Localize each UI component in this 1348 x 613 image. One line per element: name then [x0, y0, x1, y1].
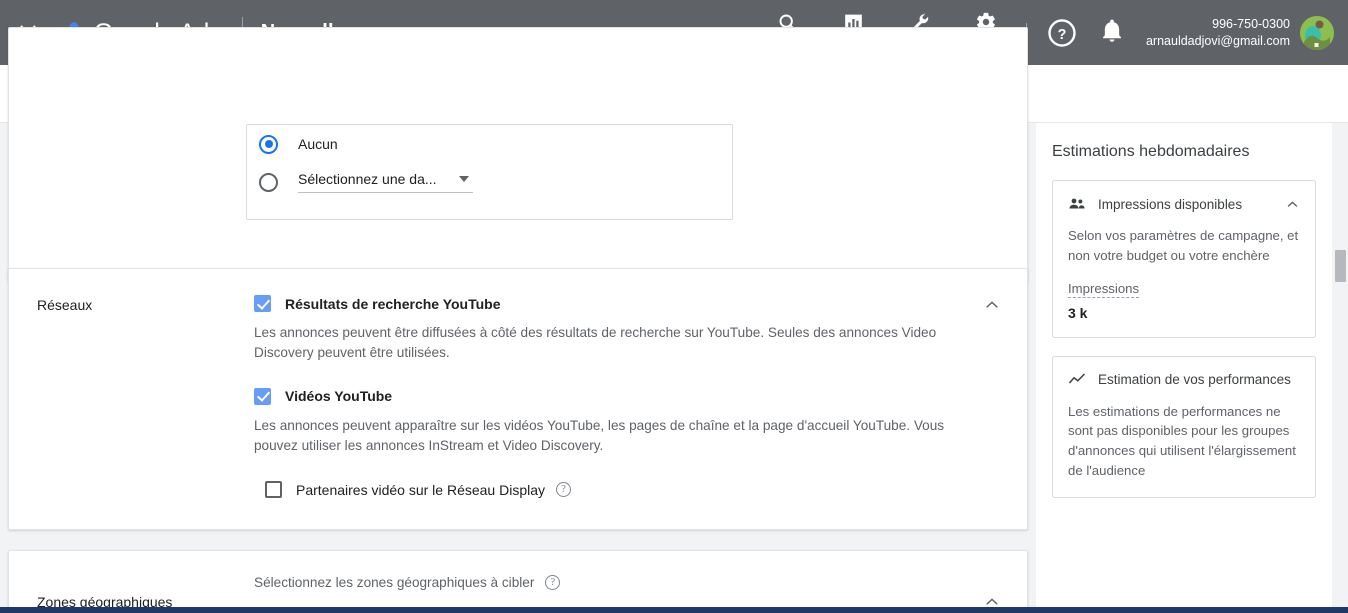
- svg-text:?: ?: [1058, 26, 1067, 42]
- available-impressions-chevron-up-icon[interactable]: [1285, 197, 1300, 212]
- available-impressions-card: Impressions disponibles Selon vos paramè…: [1052, 180, 1316, 338]
- performance-estimate-card: Estimation de vos performances Les estim…: [1052, 355, 1316, 498]
- estimates-sidebar: Estimations hebdomadaires Impressions di…: [1036, 123, 1332, 607]
- available-impressions-description: Selon vos paramètres de campagne, et non…: [1068, 228, 1299, 263]
- network-option-display-partners[interactable]: Partenaires vidéo sur le Réseau Display …: [265, 481, 967, 499]
- page-body: Aucun Sélectionnez une da... Réseaux Rés…: [0, 27, 1348, 613]
- avatar[interactable]: [1300, 15, 1334, 50]
- locations-hint-text: Sélectionnez les zones géographiques à c…: [254, 575, 535, 590]
- performance-estimate-description: Les estimations de performances ne sont …: [1068, 403, 1296, 478]
- checkbox-youtube-videos[interactable]: [254, 387, 271, 405]
- os-taskbar: [0, 607, 1348, 613]
- network-youtube-videos-description: Les annonces peuvent apparaître sur les …: [254, 417, 945, 453]
- radio-select-date[interactable]: [259, 172, 278, 192]
- impressions-metric-label[interactable]: Impressions: [1068, 281, 1140, 298]
- locations-help-question-icon[interactable]: ?: [545, 575, 561, 590]
- checkbox-display-video-partners-label: Partenaires vidéo sur le Réseau Display: [296, 481, 546, 498]
- account-info[interactable]: 996-750-0300 arnauldadjovi@gmail.com: [1146, 16, 1290, 49]
- settings-column: Aucun Sélectionnez une da... Réseaux Rés…: [8, 27, 1028, 613]
- scrollbar-thumb[interactable]: [1335, 250, 1346, 282]
- locations-hint: Sélectionnez les zones géographiques à c…: [254, 575, 561, 590]
- end-date-option-aucun[interactable]: Aucun: [247, 125, 732, 163]
- display-partners-help-question-icon[interactable]: ?: [556, 482, 572, 498]
- page-scrollbar[interactable]: [1333, 246, 1348, 613]
- radio-aucun-label: Aucun: [298, 136, 338, 152]
- networks-section-label: Réseaux: [37, 297, 93, 313]
- account-id: 996-750-0300: [1212, 17, 1290, 31]
- date-select-dropdown[interactable]: Sélectionnez une da...: [298, 171, 473, 193]
- locations-card: Zones géographiques Sélectionnez les zon…: [8, 550, 1028, 613]
- checkbox-youtube-search[interactable]: [254, 295, 271, 312]
- available-impressions-title: Impressions disponibles: [1098, 196, 1243, 212]
- checkbox-youtube-videos-label: Vidéos YouTube: [285, 388, 393, 405]
- estimates-title: Estimations hebdomadaires: [1052, 143, 1250, 160]
- help-question-icon[interactable]: ?: [1047, 18, 1077, 48]
- checkbox-display-video-partners[interactable]: [265, 481, 282, 499]
- trend-line-chart-icon: [1068, 371, 1086, 389]
- people-group-icon: [1068, 195, 1086, 213]
- chevron-down-icon: [459, 176, 469, 182]
- radio-aucun[interactable]: [259, 134, 278, 154]
- networks-collapse-chevron-up-icon[interactable]: [983, 296, 1001, 314]
- network-option-youtube-search[interactable]: Résultats de recherche YouTube: [254, 295, 967, 312]
- app-window: Google Ads Nouvelle campagne RECHERCHE: [0, 0, 1348, 613]
- checkbox-youtube-search-label: Résultats de recherche YouTube: [285, 295, 501, 312]
- end-date-option-select-date[interactable]: Sélectionnez une da...: [247, 163, 732, 201]
- end-date-card: Aucun Sélectionnez une da...: [8, 27, 1028, 282]
- impressions-metric-value: 3 k: [1068, 304, 1088, 321]
- network-option-youtube-videos[interactable]: Vidéos YouTube: [254, 387, 967, 405]
- date-select-value: Sélectionnez une da...: [298, 171, 437, 187]
- end-date-options-box: Aucun Sélectionnez une da...: [246, 124, 733, 220]
- performance-estimate-title: Estimation de vos performances: [1098, 372, 1291, 388]
- networks-card: Réseaux Résultats de recherche YouTube L…: [8, 268, 1028, 530]
- network-youtube-search-description: Les annonces peuvent être diffusées à cô…: [254, 325, 937, 360]
- bell-notification-icon[interactable]: [1099, 18, 1129, 48]
- account-email: arnauldadjovi@gmail.com: [1145, 33, 1290, 48]
